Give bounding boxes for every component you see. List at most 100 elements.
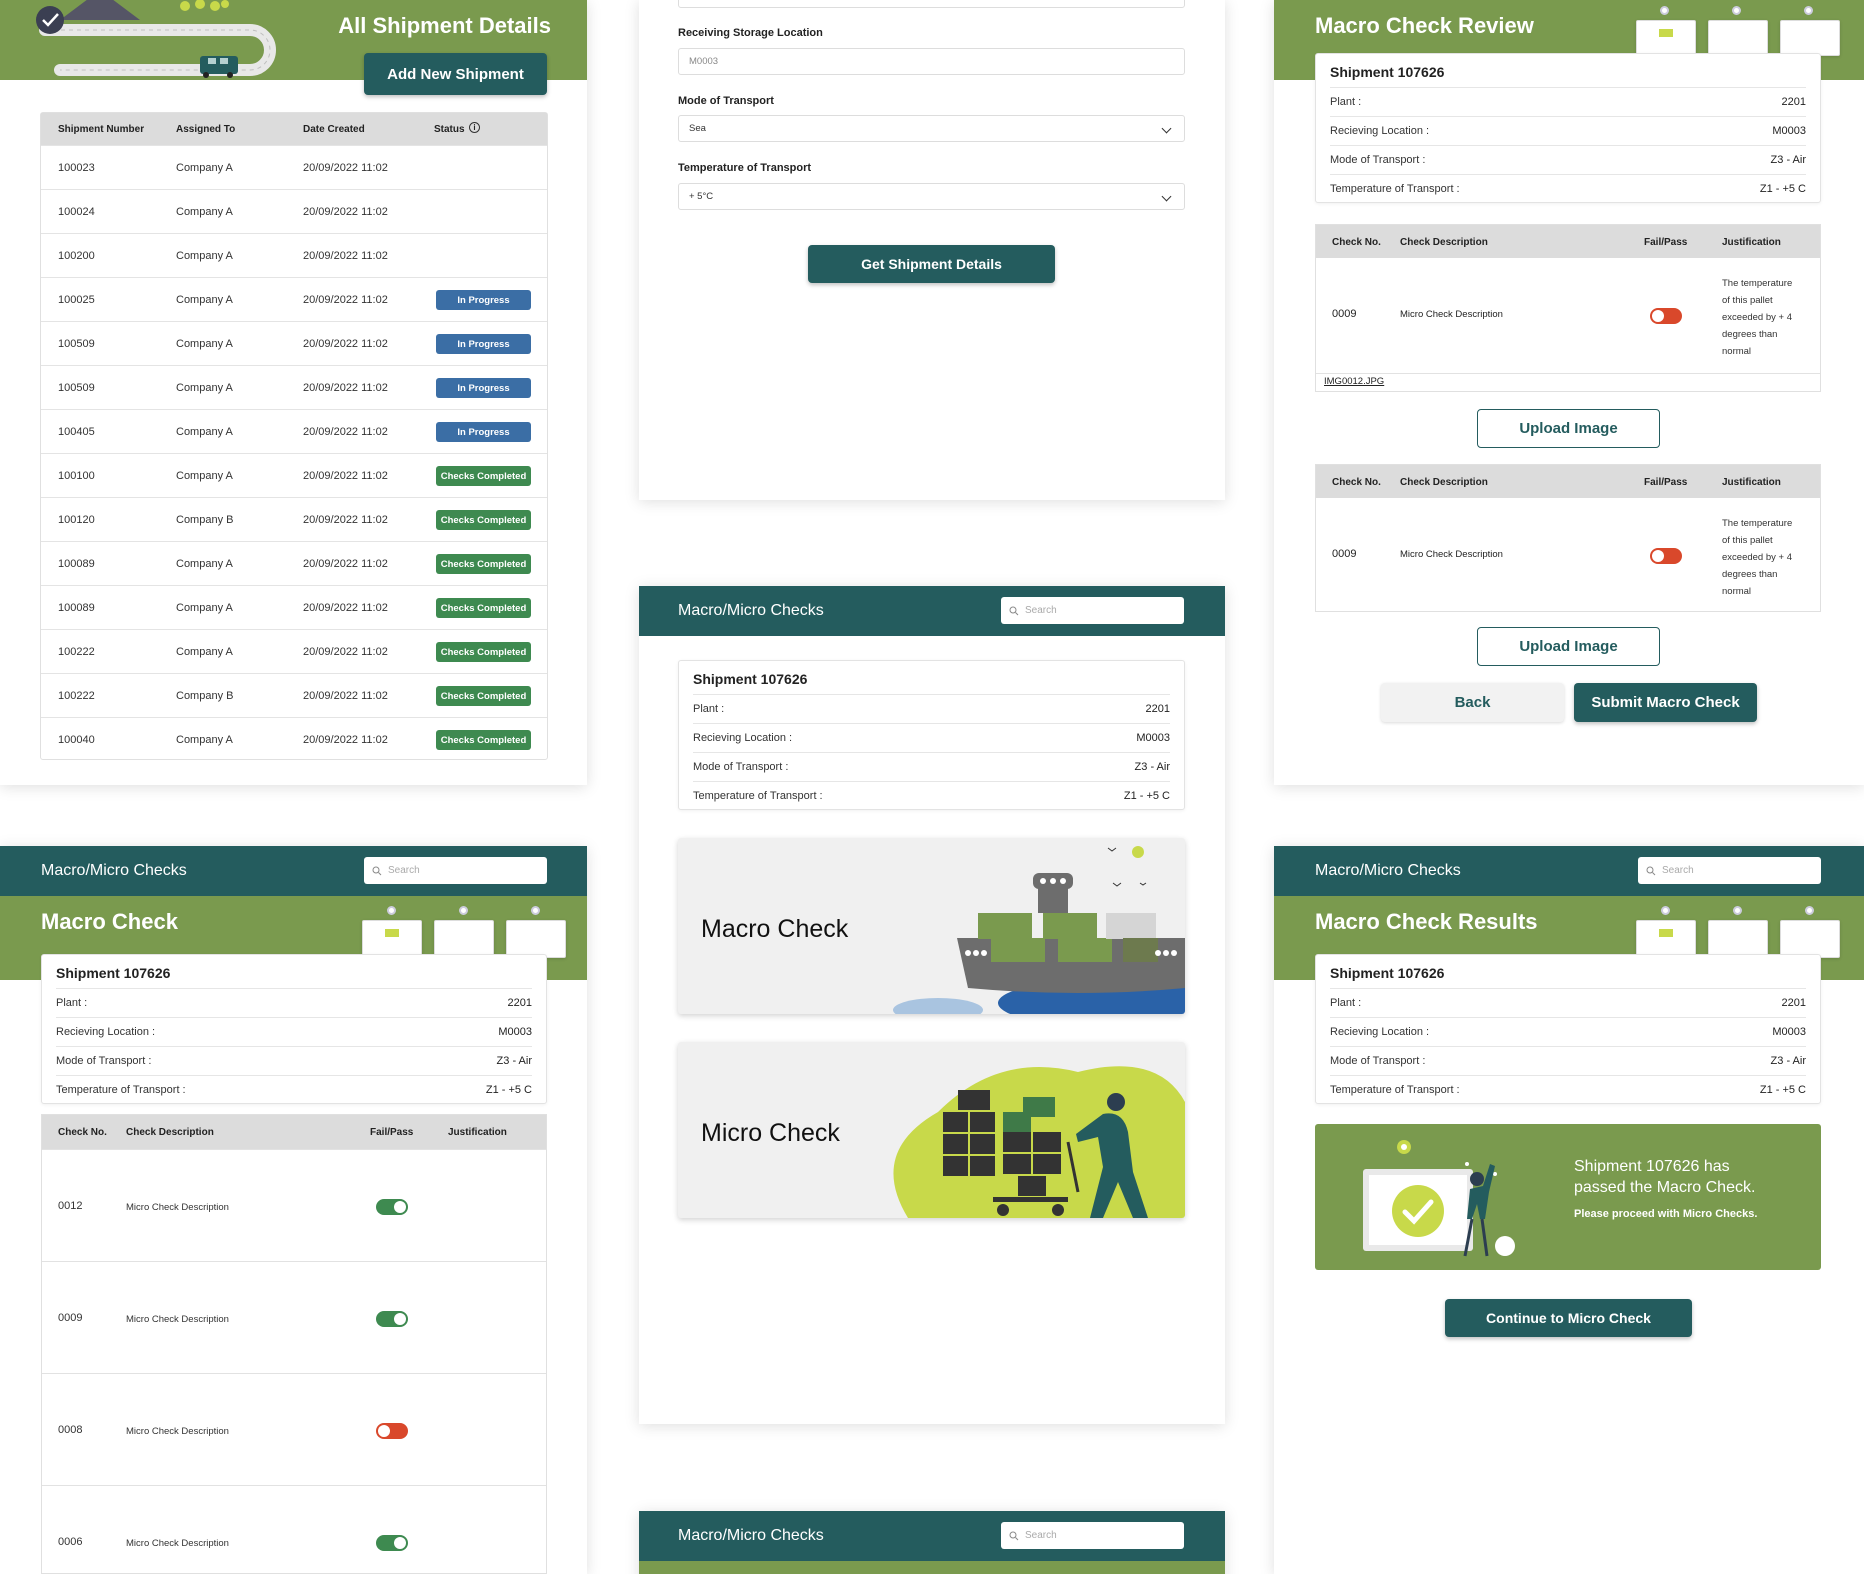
- storage-location-input[interactable]: M0003: [678, 48, 1185, 75]
- app-title: Macro/Micro Checks: [678, 1527, 824, 1544]
- search-icon: [1009, 1531, 1019, 1540]
- table-row[interactable]: 100405 Company A 20/09/2022 11:02 In Progre…: [41, 409, 547, 453]
- info-row: Recieving Location : M0003: [1330, 116, 1806, 145]
- fail-pass-toggle[interactable]: [376, 1311, 408, 1327]
- fail-pass-toggle[interactable]: [376, 1535, 408, 1551]
- info-value: M0003: [1136, 732, 1170, 744]
- shipment-number: 100024: [58, 206, 95, 218]
- temperature-select[interactable]: + 5°C: [678, 183, 1185, 210]
- col-check-description: Check Description: [1400, 477, 1488, 488]
- info-label: Recieving Location :: [1330, 125, 1430, 137]
- chevron-down-icon: [1161, 123, 1172, 133]
- shipment-number: 100509: [58, 382, 95, 394]
- info-label: Mode of Transport :: [693, 761, 789, 773]
- page-title: Macro Check Review: [1315, 13, 1534, 38]
- table-row[interactable]: 100023 Company A 20/09/2022 11:02: [41, 145, 547, 189]
- search-input[interactable]: Search: [364, 857, 547, 884]
- table-row[interactable]: 100509 Company A 20/09/2022 11:02 In Progre…: [41, 321, 547, 365]
- submit-macro-check-button[interactable]: Submit Macro Check: [1574, 683, 1757, 722]
- shipment-title: Shipment 107626: [1330, 64, 1445, 80]
- continue-to-micro-check-button[interactable]: Continue to Micro Check: [1445, 1299, 1692, 1337]
- shipment-title: Shipment 107626: [1330, 965, 1445, 981]
- info-value: 2201: [1781, 997, 1806, 1009]
- info-label: Recieving Location :: [693, 732, 793, 744]
- back-button[interactable]: Back: [1381, 683, 1564, 722]
- review-check-table: Check No. Check Description Fail/Pass Ju…: [1315, 464, 1821, 612]
- app-title: Macro/Micro Checks: [678, 602, 824, 619]
- fail-pass-toggle[interactable]: [376, 1423, 408, 1439]
- app-title: Macro/Micro Checks: [41, 862, 187, 879]
- table-row[interactable]: 100509 Company A 20/09/2022 11:02 In Progre…: [41, 365, 547, 409]
- shipment-number: 100509: [58, 338, 95, 350]
- shipment-title: Shipment 107626: [693, 671, 808, 687]
- mode-value: Sea: [689, 123, 706, 134]
- assigned-to: Company A: [176, 426, 233, 438]
- info-icon[interactable]: i: [469, 122, 480, 133]
- attached-file-link[interactable]: IMG0012.JPG: [1324, 376, 1384, 387]
- table-row[interactable]: 100200 Company A 20/09/2022 11:02: [41, 233, 547, 277]
- app-header: Macro/Micro Checks Search: [639, 1511, 1225, 1561]
- info-value: Z3 - Air: [1770, 1055, 1806, 1067]
- top-input-field[interactable]: [678, 0, 1185, 8]
- table-row[interactable]: 100100 Company A 20/09/2022 11:02 Checks Co…: [41, 453, 547, 497]
- search-icon: [1646, 866, 1656, 875]
- macro-check-card[interactable]: Macro Check: [678, 838, 1185, 1014]
- search-input[interactable]: Search: [1638, 857, 1821, 884]
- table-row[interactable]: 100222 Company B 20/09/2022 11:02 Checks Co…: [41, 673, 547, 717]
- info-value: 2201: [1145, 703, 1170, 715]
- macro-check-review-panel: Macro Check Review Shipment 107626 Plant…: [1274, 0, 1864, 785]
- col-assigned-to: Assigned To: [176, 124, 236, 135]
- fail-pass-toggle[interactable]: [1650, 548, 1682, 564]
- table-row[interactable]: 100024 Company A 20/09/2022 11:02: [41, 189, 547, 233]
- section-banner: [639, 1561, 1225, 1574]
- check-number: 0006: [58, 1536, 83, 1548]
- shipment-info-card: Shipment 107626 Plant : 2201 Recieving Lo…: [678, 660, 1185, 810]
- col-justification: Justification: [448, 1127, 507, 1138]
- assigned-to: Company A: [176, 470, 233, 482]
- col-check-no: Check No.: [58, 1127, 107, 1138]
- table-row[interactable]: 100089 Company A 20/09/2022 11:02 Checks Co…: [41, 585, 547, 629]
- info-label: Temperature of Transport :: [56, 1084, 186, 1096]
- pin-icon: [1804, 6, 1813, 15]
- pin-icon: [1661, 906, 1670, 915]
- assigned-to: Company A: [176, 734, 233, 746]
- macro-check-panel: Macro/Micro Checks Search Macro Check Sh…: [0, 846, 587, 1574]
- date-created: 20/09/2022 11:02: [303, 690, 388, 702]
- mode-of-transport-select[interactable]: Sea: [678, 115, 1185, 142]
- search-input[interactable]: Search: [1001, 1522, 1184, 1549]
- table-row[interactable]: 100040 Company A 20/09/2022 11:02 Checks Co…: [41, 717, 547, 761]
- table-row[interactable]: 100120 Company B 20/09/2022 11:02 Checks Co…: [41, 497, 547, 541]
- date-created: 20/09/2022 11:02: [303, 338, 388, 350]
- info-value: Z1 - +5 C: [1759, 183, 1806, 195]
- table-header: Shipment Number Assigned To Date Created…: [41, 113, 547, 145]
- info-row: Mode of Transport : Z3 - Air: [1330, 145, 1806, 174]
- fail-pass-toggle[interactable]: [376, 1199, 408, 1215]
- upload-image-button[interactable]: Upload Image: [1477, 409, 1660, 448]
- date-created: 20/09/2022 11:02: [303, 558, 388, 570]
- pin-icon: [387, 906, 396, 915]
- micro-check-card[interactable]: Micro Check: [678, 1042, 1185, 1218]
- info-label: Recieving Location :: [1330, 1026, 1430, 1038]
- get-shipment-details-button[interactable]: Get Shipment Details: [808, 245, 1055, 283]
- info-row: Temperature of Transport : Z1 - +5 C: [1330, 174, 1806, 203]
- table-row[interactable]: 100222 Company A 20/09/2022 11:02 Checks Co…: [41, 629, 547, 673]
- check-number: 0008: [58, 1424, 83, 1436]
- date-created: 20/09/2022 11:02: [303, 250, 388, 262]
- table-row[interactable]: 100089 Company A 20/09/2022 11:02 Checks Co…: [41, 541, 547, 585]
- info-row: Plant : 2201: [1330, 87, 1806, 116]
- check-description: Micro Check Description: [126, 1314, 229, 1325]
- fail-pass-toggle[interactable]: [1650, 308, 1682, 324]
- col-fail-pass: Fail/Pass: [370, 1127, 414, 1138]
- add-new-shipment-button[interactable]: Add New Shipment: [364, 53, 547, 95]
- info-label: Plant :: [693, 703, 725, 715]
- info-row: Temperature of Transport : Z1 - +5 C: [1330, 1075, 1806, 1104]
- document-illustration: [1636, 920, 1696, 958]
- assigned-to: Company A: [176, 206, 233, 218]
- info-value: 2201: [1781, 96, 1806, 108]
- search-input[interactable]: Search: [1001, 597, 1184, 624]
- upload-image-button[interactable]: Upload Image: [1477, 627, 1660, 666]
- table-row[interactable]: 100025 Company A 20/09/2022 11:02 In Progre…: [41, 277, 547, 321]
- info-row: Recieving Location : M0003: [56, 1017, 532, 1046]
- assigned-to: Company A: [176, 558, 233, 570]
- search-placeholder: Search: [388, 865, 420, 876]
